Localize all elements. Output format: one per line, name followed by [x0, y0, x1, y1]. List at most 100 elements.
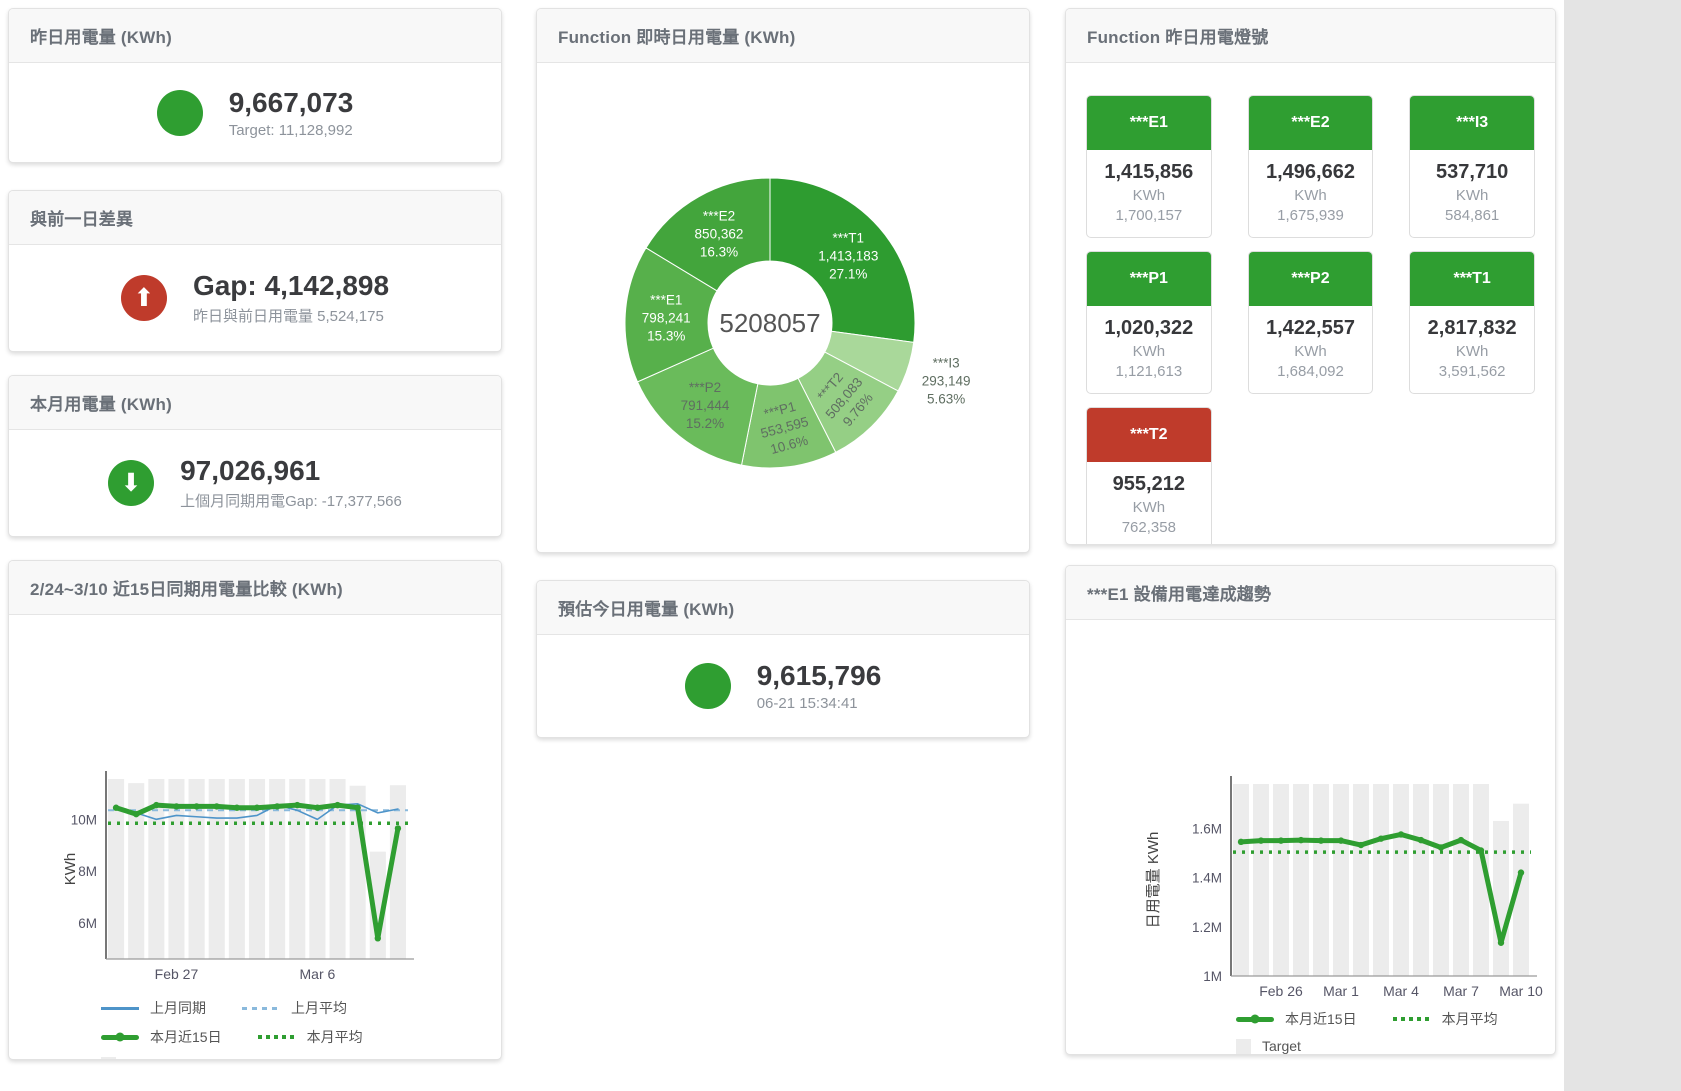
chart-legend: 本月近15日 本月平均 Target	[1066, 1009, 1555, 1054]
stat-subtitle: 上個月同期用電Gap: -17,377,566	[180, 490, 402, 511]
target-bar	[1313, 784, 1329, 976]
target-bar	[1333, 784, 1349, 976]
y-tick-label: 6M	[78, 916, 97, 931]
light-tile: ***E21,496,662KWh1,675,939	[1248, 95, 1374, 238]
y-tick-label: 10M	[71, 812, 97, 827]
card-header: 2/24~3/10 近15日同期用電量比較 (KWh)	[9, 561, 501, 615]
y-tick-label: 1.4M	[1192, 871, 1222, 886]
tile-target: 1,121,613	[1089, 363, 1209, 380]
target-bar	[1293, 784, 1309, 976]
stat-body: ⬆ Gap: 4,142,898 昨日與前日用電量 5,524,175	[9, 245, 501, 351]
y-tick-label: 1M	[1203, 969, 1222, 984]
status-circle-green	[157, 90, 203, 136]
legend-swatch-thick-icon	[1236, 1017, 1274, 1022]
tile-name: ***E1	[1087, 96, 1211, 150]
target-bar	[1413, 784, 1429, 976]
legend-label: Target	[127, 1056, 166, 1060]
y-tick-label: 1.6M	[1192, 821, 1222, 836]
legend-item[interactable]: 本月平均	[1393, 1009, 1498, 1029]
legend-item[interactable]: Target	[101, 1056, 166, 1060]
tile-unit: KWh	[1412, 343, 1532, 360]
legend-label: 本月近15日	[1285, 1009, 1357, 1029]
legend-label: 本月平均	[307, 1027, 363, 1047]
tile-name: ***P1	[1087, 252, 1211, 306]
target-bar	[1373, 784, 1389, 976]
legend-item[interactable]: 上月同期	[101, 998, 206, 1018]
card-title: Function 即時日用電量 (KWh)	[558, 23, 795, 48]
tile-name: ***E2	[1249, 96, 1373, 150]
light-tiles-grid: ***E11,415,856KWh1,700,157***E21,496,662…	[1066, 63, 1555, 545]
stat-value: Gap: 4,142,898	[193, 270, 389, 302]
target-bar	[1353, 784, 1369, 976]
tile-unit: KWh	[1089, 499, 1209, 516]
legend-label: 本月平均	[1442, 1009, 1498, 1029]
stat-body: ⬇ 97,026,961 上個月同期用電Gap: -17,377,566	[9, 430, 501, 536]
stat-subtitle: 昨日與前日用電量 5,524,175	[193, 305, 389, 326]
legend-item[interactable]: Target	[1236, 1038, 1301, 1054]
tile-name: ***P2	[1249, 252, 1373, 306]
tile-body: 1,496,662KWh1,675,939	[1249, 150, 1373, 237]
y-axis-label: KWh	[62, 853, 79, 886]
tile-value: 955,212	[1089, 473, 1209, 496]
target-bar	[1453, 784, 1469, 976]
page-background-strip	[1564, 0, 1681, 1091]
stat-subtitle: 06-21 15:34:41	[757, 695, 882, 712]
card-title: 與前一日差異	[30, 205, 133, 230]
light-tile: ***P11,020,322KWh1,121,613	[1086, 251, 1212, 394]
light-tile: ***T2955,212KWh762,358	[1086, 407, 1212, 545]
card-header: Function 昨日用電燈號	[1066, 9, 1555, 63]
tile-body: 1,020,322KWh1,121,613	[1087, 306, 1211, 393]
legend-item[interactable]: 上月平均	[242, 998, 347, 1018]
tile-value: 1,415,856	[1089, 161, 1209, 184]
legend-label: 上月平均	[291, 998, 347, 1018]
tile-body: 1,415,856KWh1,700,157	[1087, 150, 1211, 237]
status-circle-green: ⬇	[108, 460, 154, 506]
card-header: 與前一日差異	[9, 191, 501, 245]
legend-swatch-thick-icon	[101, 1035, 139, 1040]
legend-item[interactable]: 本月平均	[258, 1027, 363, 1047]
stat-value: 9,667,073	[229, 87, 354, 119]
card-yesterday-usage: 昨日用電量 (KWh) 9,667,073 Target: 11,128,992	[8, 8, 502, 163]
card-header: 預估今日用電量 (KWh)	[537, 581, 1029, 635]
stat-body: 9,667,073 Target: 11,128,992	[9, 63, 501, 162]
card-status-lights: Function 昨日用電燈號 ***E11,415,856KWh1,700,1…	[1065, 8, 1556, 545]
card-e1-trend: ***E1 設備用電達成趨勢 1M1.2M1.4M1.6MFeb 26Mar 1…	[1065, 565, 1556, 1055]
light-tile: ***P21,422,557KWh1,684,092	[1248, 251, 1374, 394]
tile-value: 1,422,557	[1251, 317, 1371, 340]
donut-chart: ***T11,413,18327.1%***I3293,1495.63%***T…	[537, 63, 1029, 551]
tile-unit: KWh	[1251, 343, 1371, 360]
card-header: 本月用電量 (KWh)	[9, 376, 501, 430]
tile-unit: KWh	[1089, 343, 1209, 360]
x-tick-label: Mar 4	[1383, 983, 1419, 998]
tile-unit: KWh	[1251, 187, 1371, 204]
status-circle-red: ⬆	[121, 275, 167, 321]
legend-swatch-dots-icon	[1393, 1017, 1431, 1021]
legend-label: Target	[1262, 1038, 1301, 1054]
stat-body: 9,615,796 06-21 15:34:41	[537, 635, 1029, 737]
arrow-up-icon: ⬆	[133, 286, 154, 311]
tile-value: 537,710	[1412, 161, 1532, 184]
card-estimate-today: 預估今日用電量 (KWh) 9,615,796 06-21 15:34:41	[536, 580, 1030, 738]
card-15day-comparison: 2/24~3/10 近15日同期用電量比較 (KWh) 6M8M10MFeb 2…	[8, 560, 502, 1060]
target-bar	[1393, 784, 1409, 976]
tile-target: 584,861	[1412, 207, 1532, 224]
x-tick-label: Feb 26	[1259, 983, 1303, 998]
tile-target: 762,358	[1089, 519, 1209, 536]
legend-swatch-square-icon	[1236, 1039, 1251, 1054]
target-bar	[1273, 784, 1289, 976]
tile-target: 1,700,157	[1089, 207, 1209, 224]
card-title: 預估今日用電量 (KWh)	[558, 595, 734, 620]
tile-value: 1,496,662	[1251, 161, 1371, 184]
tile-target: 3,591,562	[1412, 363, 1532, 380]
tile-body: 537,710KWh584,861	[1410, 150, 1534, 237]
card-day-gap: 與前一日差異 ⬆ Gap: 4,142,898 昨日與前日用電量 5,524,1…	[8, 190, 502, 352]
legend-label: 本月近15日	[150, 1027, 222, 1047]
card-title: ***E1 設備用電達成趨勢	[1087, 580, 1271, 605]
tile-body: 955,212 KWh 762,358	[1087, 462, 1211, 545]
e1-trend-line-chart: 1M1.2M1.4M1.6MFeb 26Mar 1Mar 4Mar 7Mar 1…	[1066, 620, 1555, 998]
card-header: Function 即時日用電量 (KWh)	[537, 9, 1029, 63]
legend-item[interactable]: 本月近15日	[1236, 1009, 1357, 1029]
legend-label: 上月同期	[150, 998, 206, 1018]
legend-item[interactable]: 本月近15日	[101, 1027, 222, 1047]
chart-legend: 上月同期 上月平均本月近15日 本月平均 Target	[9, 998, 501, 1060]
